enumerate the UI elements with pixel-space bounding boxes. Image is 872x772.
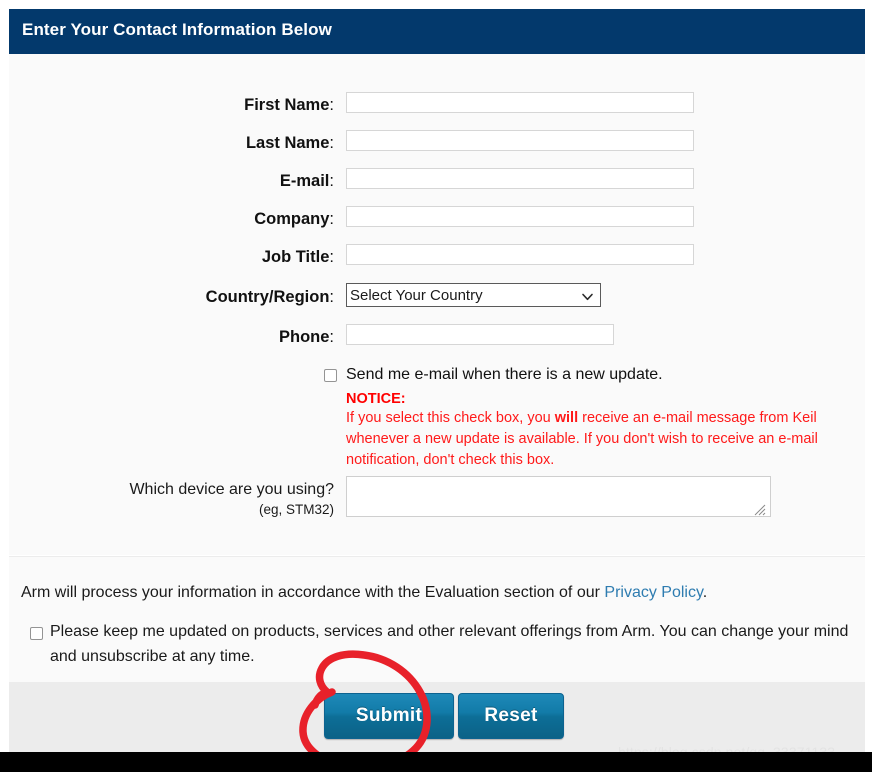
form-body: First Name: Last Name: E-mail: Company: … [9,54,865,555]
label-email: E-mail: [279,172,334,190]
submit-button[interactable]: Submit [324,693,454,739]
first-name-input[interactable] [346,92,694,113]
marketing-optin-label: Please keep me updated on products, serv… [50,623,849,665]
notice-text-part-1: If you select this check box, you [346,410,555,426]
notice-text-emphasis: will [554,410,579,426]
job-title-input[interactable] [346,244,694,265]
form-row-company: Company: [9,206,865,246]
label-phone: Phone: [278,328,334,346]
form-row-first-name: First Name: [9,92,865,132]
privacy-text-after: . [702,584,708,601]
label-first-name: First Name: [244,96,334,114]
contact-form-page: Enter Your Contact Information Below Fir… [0,0,872,772]
label-last-name: Last Name: [245,134,334,152]
email-update-label: Send me e-mail when there is a new updat… [346,366,663,383]
email-update-checkbox[interactable] [324,369,337,382]
form-row-country: Country/Region: Select Your Country [9,283,865,324]
notice-heading: NOTICE: [346,391,406,407]
label-device-hint: (eg, STM32) [258,502,334,517]
phone-input[interactable] [346,324,614,345]
form-row-job-title: Job Title: [9,244,865,284]
marketing-optin-checkbox[interactable] [30,627,43,640]
privacy-section: Arm will process your information in acc… [9,556,865,683]
email-field[interactable] [346,168,694,189]
page-title: Enter Your Contact Information Below [22,20,332,39]
label-job-title: Job Title: [261,248,334,266]
label-device-question: Which device are you using? [129,481,334,498]
form-row-last-name: Last Name: [9,130,865,170]
last-name-input[interactable] [346,130,694,151]
form-row-phone: Phone: [9,324,865,364]
notice-text: If you select this check box, you will r… [346,408,841,471]
update-notice-block: Send me e-mail when there is a new updat… [324,365,846,471]
form-header-bar: Enter Your Contact Information Below [9,9,865,54]
company-input[interactable] [346,206,694,227]
label-company: Company: [254,210,334,228]
form-footer-bar: Submit Reset [9,682,865,752]
privacy-statement: Arm will process your information in acc… [21,582,707,604]
device-textarea[interactable] [346,476,771,517]
privacy-text-before: Arm will process your information in acc… [21,584,605,601]
label-device: Which device are you using? (eg, STM32) [9,479,334,519]
privacy-policy-link[interactable]: Privacy Policy [604,584,702,601]
country-select[interactable]: Select Your Country [346,283,601,307]
label-country-region: Country/Region: [205,288,334,306]
bottom-black-strip [0,752,872,772]
form-row-email: E-mail: [9,168,865,208]
reset-button[interactable]: Reset [458,693,564,739]
